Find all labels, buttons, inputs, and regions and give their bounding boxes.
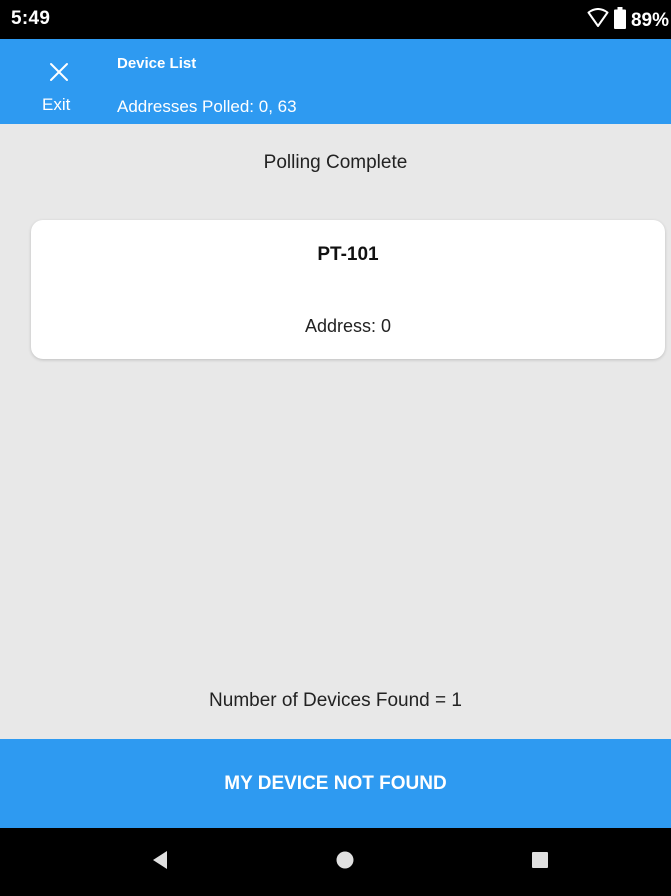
device-list-screen: 5:49 89% Exit Device List Addresses Poll… xyxy=(0,0,671,896)
app-bar: Exit Device List Addresses Polled: 0, 63 xyxy=(0,39,671,124)
device-address: Address: 0 xyxy=(304,316,392,336)
recents-icon xyxy=(531,851,549,874)
nav-recents-button[interactable] xyxy=(520,842,560,882)
device-name: PT-101 xyxy=(317,244,379,265)
status-bar: 5:49 89% xyxy=(0,0,671,39)
status-indicators: 89% xyxy=(587,7,669,34)
battery-icon xyxy=(613,7,626,34)
device-not-found-button[interactable]: MY DEVICE NOT FOUND xyxy=(0,739,671,828)
battery-percentage: 89% xyxy=(630,9,669,31)
close-icon xyxy=(48,61,70,83)
home-icon xyxy=(335,850,355,875)
nav-home-button[interactable] xyxy=(325,842,365,882)
devices-found-count: Number of Devices Found = 1 xyxy=(209,690,462,711)
status-time: 5:49 xyxy=(11,8,51,29)
back-icon xyxy=(151,850,169,875)
wifi-icon xyxy=(587,8,609,33)
page-title: Device List xyxy=(117,55,197,72)
device-card[interactable]: PT-101 Address: 0 xyxy=(31,220,665,359)
exit-button[interactable]: Exit xyxy=(30,53,90,121)
exit-label: Exit xyxy=(42,95,71,114)
navigation-bar xyxy=(0,828,671,896)
nav-back-button[interactable] xyxy=(140,842,180,882)
polling-status: Polling Complete xyxy=(263,152,408,173)
addresses-polled: Addresses Polled: 0, 63 xyxy=(117,97,297,116)
